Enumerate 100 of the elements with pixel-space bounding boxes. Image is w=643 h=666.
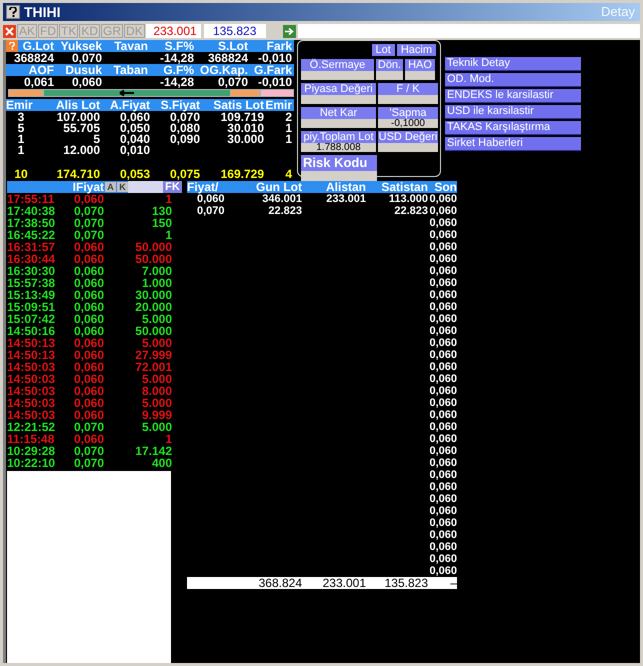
toolbar-button[interactable]: KD	[79, 24, 100, 38]
link-button[interactable]: USD ile karsilastir	[445, 105, 581, 119]
trade-lot: 17.142	[134, 445, 172, 457]
table-cell: 0,060	[428, 397, 457, 409]
trade-price: 0,060	[72, 361, 104, 373]
trade-price: 0,060	[72, 289, 104, 301]
table-cell: 0,060	[428, 373, 457, 385]
table-cell: 0,060	[428, 553, 457, 565]
field-label: 'Sapma	[378, 107, 438, 119]
trade-time: 15:13:49	[7, 289, 56, 301]
trade-time: 11:15:48	[7, 433, 56, 445]
fk-button[interactable]: FK	[163, 181, 182, 193]
trade-price: 0,060	[72, 325, 104, 337]
trade-price: 0,060	[72, 373, 104, 385]
order-cell-text: 30.010	[227, 123, 264, 134]
order-cell-text: 0,040	[118, 134, 150, 145]
link-button[interactable]: Sirket Haberleri	[445, 137, 581, 151]
table-cell-text: 22.823	[267, 205, 302, 217]
column-header: A.Fiyat	[108, 99, 150, 111]
link-button[interactable]: TAKAS Karşılaştırma	[445, 121, 581, 135]
total-cell-text: 233.001	[322, 577, 366, 589]
column-header: S.Fiyat	[160, 99, 200, 111]
input-field[interactable]	[298, 24, 640, 38]
toolbar-value: 135.823	[204, 24, 266, 38]
table-cell: 0,060	[428, 433, 457, 445]
trade-lot: 1	[164, 433, 172, 445]
column-header: Emir	[6, 99, 34, 111]
help-icon[interactable]	[6, 5, 20, 19]
trade-time: 10:22:10	[7, 457, 56, 469]
sort-button[interactable]: A	[105, 182, 116, 192]
trade-lot: 1.000	[140, 277, 172, 289]
column-header: Tavan	[113, 40, 148, 52]
trade-time: 16:30:44	[7, 253, 56, 265]
toolbar-button[interactable]: AK	[17, 24, 38, 38]
close-button[interactable]	[3, 24, 16, 38]
trade-lot: 5.000	[140, 421, 172, 433]
trade-price: 0,070	[72, 421, 104, 433]
link-button[interactable]: OD. Mod.	[445, 73, 581, 87]
toolbar-button[interactable]: TK	[59, 24, 78, 38]
trade-lot: 20.000	[134, 301, 172, 313]
table-cell: 0,060	[428, 313, 457, 325]
order-cell-text: 0,080	[168, 123, 200, 134]
order-cell-text: 5	[93, 134, 100, 145]
total-cell-text: 0,075	[168, 168, 200, 180]
order-cell-text: 55.705	[63, 123, 100, 134]
trade-price: 0,060	[72, 313, 104, 325]
column-header: Son	[433, 181, 457, 193]
table-cell: 0,060	[428, 361, 457, 373]
link-button[interactable]: Teknik Detay	[445, 57, 581, 71]
trade-lot: 130	[150, 205, 172, 217]
trade-time: 14:50:16	[7, 325, 56, 337]
toolbar-button[interactable]: FD	[38, 24, 58, 38]
trade-lot: 150	[150, 217, 172, 229]
table-cell: 0,060	[428, 289, 457, 301]
table-cell: 0,060	[428, 193, 457, 205]
table-cell-text: 113.000	[388, 193, 428, 205]
table-cell-text: 22.823	[393, 205, 428, 217]
table-cell: 0,060	[428, 337, 457, 349]
column-header: S.Lot	[217, 40, 248, 52]
trade-price: 0,060	[72, 349, 104, 361]
trade-time: 17:38:50	[7, 217, 56, 229]
order-cell-text: 1	[16, 145, 26, 156]
trade-lot: 8.000	[140, 385, 172, 397]
table-cell-text: 0,060	[197, 193, 226, 205]
sort-button[interactable]: K	[117, 182, 128, 192]
summary-value: 0,070	[70, 52, 102, 64]
panel-button[interactable]: Hacim	[396, 44, 436, 56]
order-cell-text: 1	[284, 134, 292, 145]
forward-button[interactable]	[282, 24, 296, 38]
table-cell: 0,060	[428, 445, 457, 457]
trade-time: 14:50:13	[7, 337, 56, 349]
column-header: Taban	[112, 64, 148, 76]
field-label: Ö.Sermaye	[301, 59, 374, 71]
summary-value: -14,28	[158, 52, 194, 64]
trade-time: 16:31:57	[7, 241, 56, 253]
trade-price: 0,060	[72, 337, 104, 349]
summary-value: 368824	[206, 52, 248, 64]
trade-time: 15:57:38	[7, 277, 56, 289]
trade-lot: 5.000	[140, 397, 172, 409]
trade-price: 0,060	[72, 409, 104, 421]
field-value: -0,1000	[378, 119, 438, 128]
panel-button[interactable]: Lot	[372, 44, 395, 56]
column-header: Satis Lot	[212, 99, 264, 111]
trade-price: 0,060	[72, 193, 104, 205]
table-cell: 0,060	[428, 481, 457, 493]
trade-lot: 7.000	[140, 265, 172, 277]
table-cell: 0,060	[428, 541, 457, 553]
field-value	[376, 71, 403, 80]
toolbar-button[interactable]: GR	[101, 24, 124, 38]
trade-time: 10:29:28	[7, 445, 56, 457]
order-cell-text: 109.719	[220, 112, 264, 123]
table-cell: 0,060	[428, 241, 457, 253]
filter-field[interactable]	[128, 181, 163, 193]
column-header: OG.Kap.	[198, 64, 248, 76]
field-value	[405, 71, 435, 80]
toolbar-button[interactable]: DK	[124, 24, 145, 38]
link-button[interactable]: ENDEKS le karsilastir	[445, 89, 581, 103]
field-value	[378, 143, 438, 152]
order-cell-text: 0,090	[168, 134, 200, 145]
table-cell: 0,060	[428, 421, 457, 433]
